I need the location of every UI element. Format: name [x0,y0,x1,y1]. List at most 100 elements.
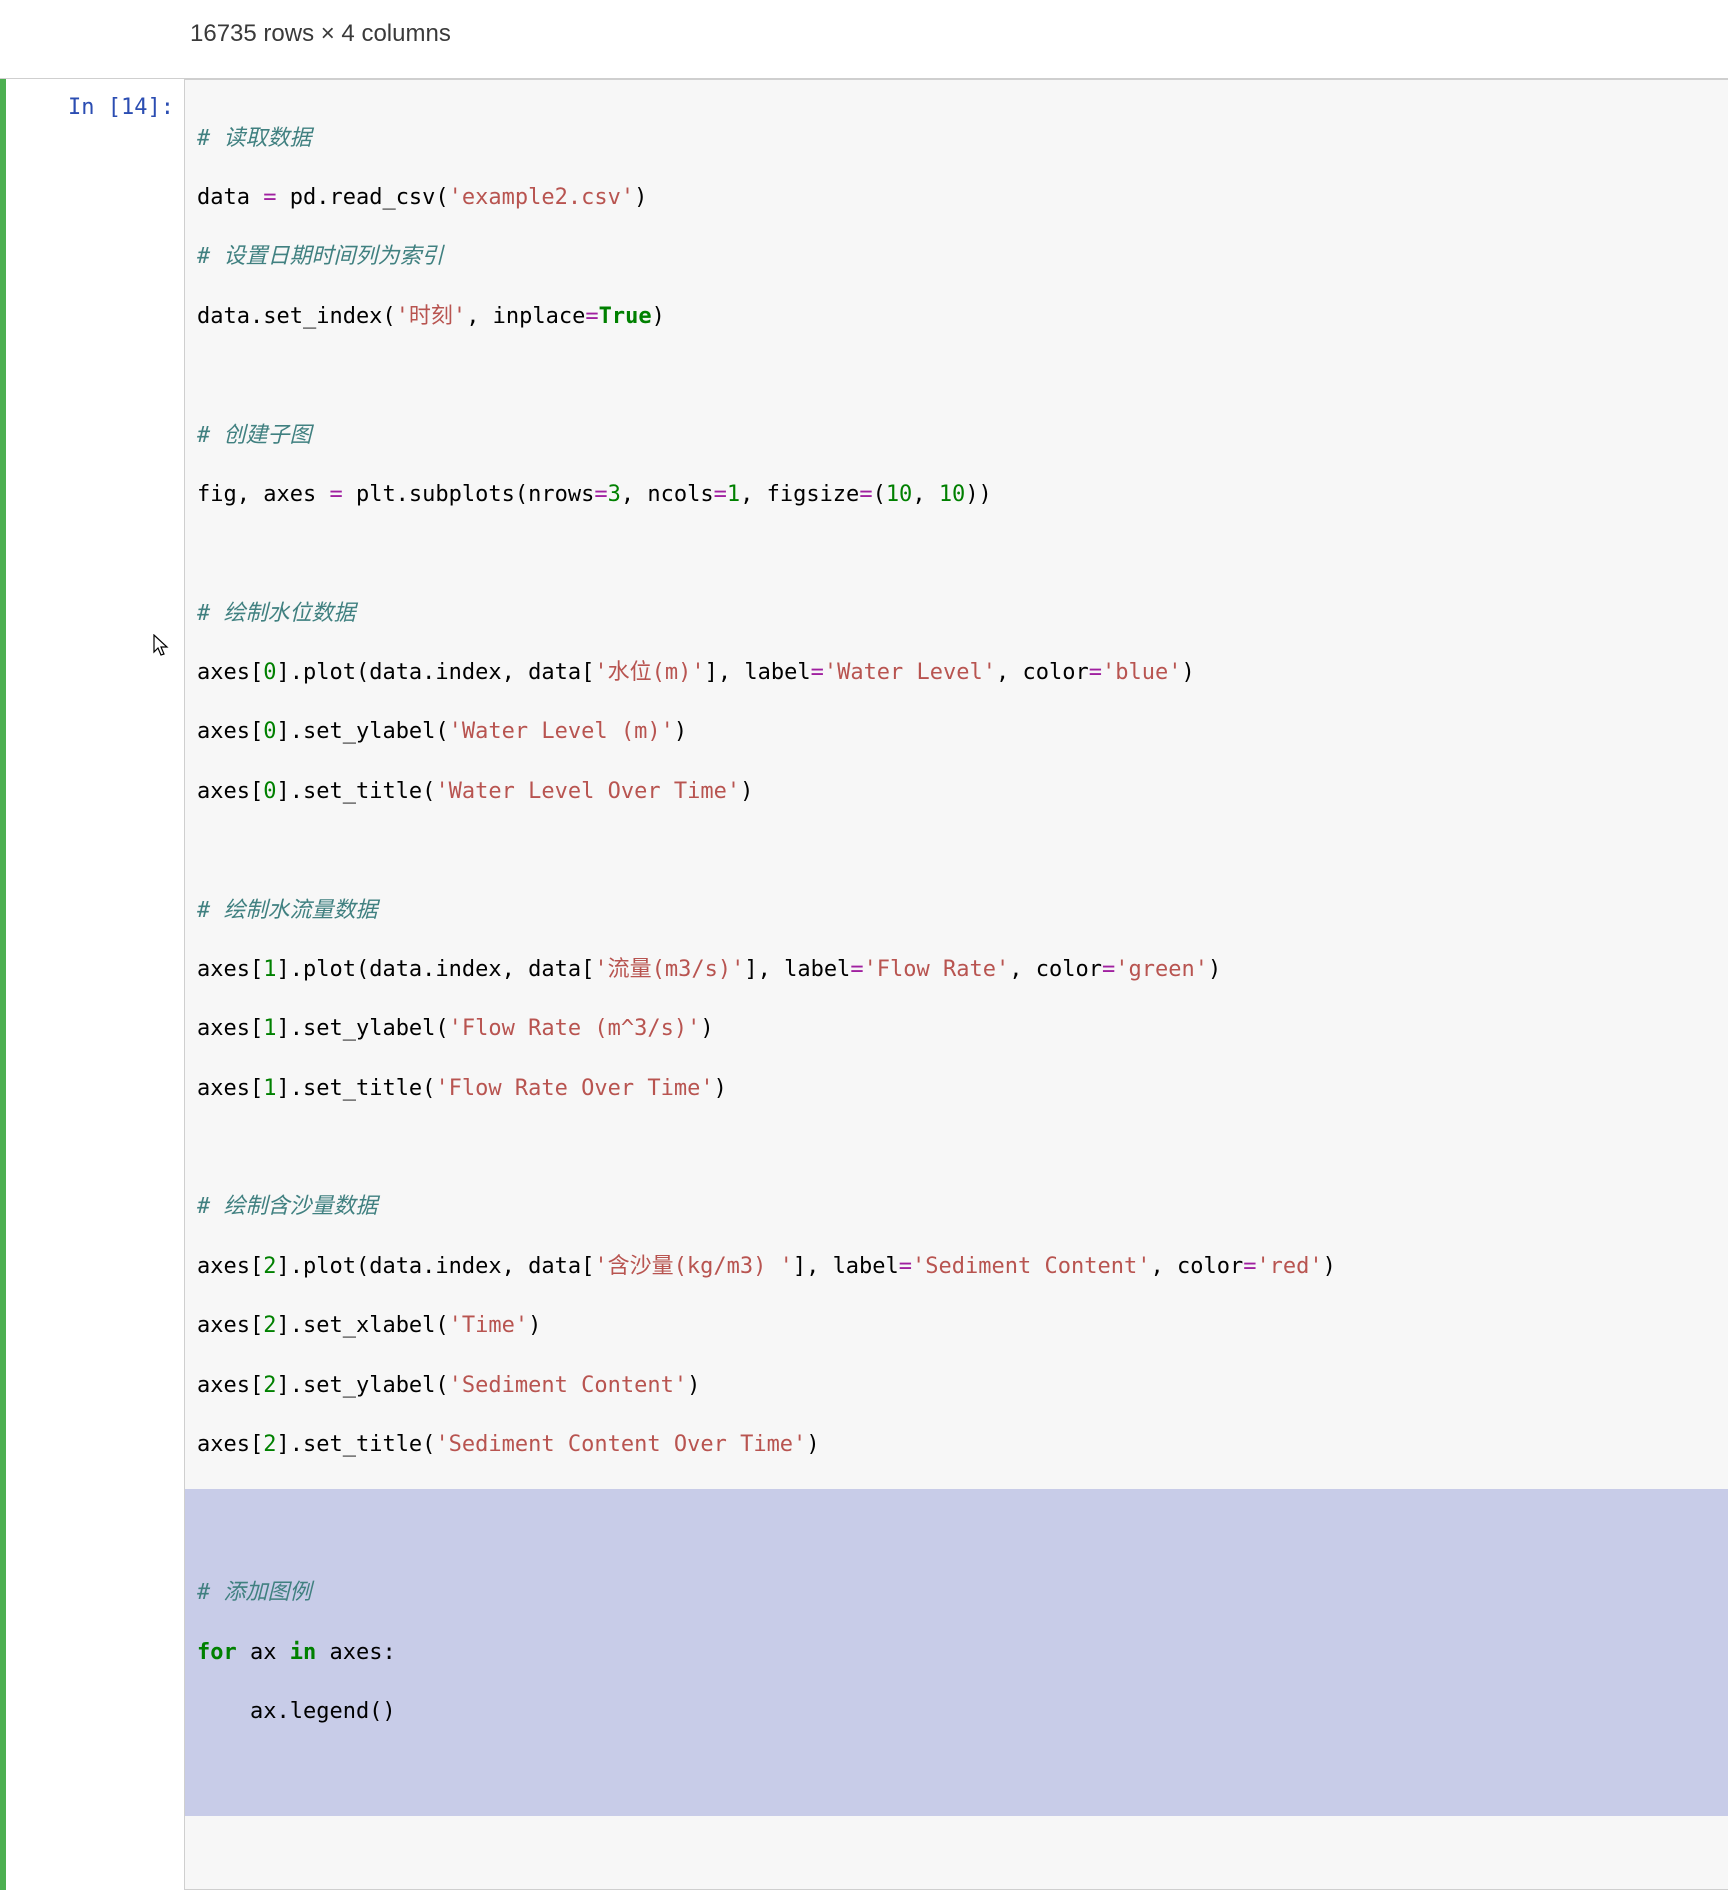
code-number: 1 [263,1076,276,1101]
code-editor[interactable]: # 读取数据 data = pd.read_csv('example2.csv'… [184,79,1728,1890]
code-text: axes[ [197,957,263,982]
code-operator: = [585,304,598,329]
code-text: ].set_title( [276,1432,435,1457]
code-text: , color [1150,1254,1243,1279]
code-text: ) [674,719,687,744]
code-string: 'Sediment Content' [912,1254,1150,1279]
code-text: axes[ [197,719,263,744]
code-text: ) [634,185,647,210]
code-blank [197,361,1716,391]
code-text: axes: [316,1640,395,1665]
code-number: 0 [263,779,276,804]
code-text: fig, axes [197,482,329,507]
code-number: 0 [263,719,276,744]
code-text: axes[ [197,1373,263,1398]
code-number: 1 [263,1016,276,1041]
code-string: '水位(m)' [594,660,704,685]
code-string: 'Water Level' [824,660,996,685]
code-comment: # 绘制水位数据 [197,601,356,626]
code-text: axes[ [197,1432,263,1457]
code-string: '含沙量(kg/m3) ' [594,1254,792,1279]
code-text: ) [528,1313,541,1338]
code-comment: # 绘制水流量数据 [197,898,378,923]
code-operator: = [1102,957,1115,982]
code-text: , [912,482,939,507]
code-string: '流量(m3/s)' [594,957,744,982]
code-text: ].set_xlabel( [276,1313,448,1338]
code-blank [197,1519,1716,1549]
code-string: 'example2.csv' [449,185,634,210]
code-comment: # 读取数据 [197,126,312,151]
code-operator: = [714,482,727,507]
code-text: axes[ [197,1254,263,1279]
code-text: ], label [793,1254,899,1279]
code-text: ) [714,1076,727,1101]
code-text: ax.legend() [197,1699,396,1724]
code-blank [197,539,1716,569]
code-text: ) [1208,957,1221,982]
code-operator: = [1089,660,1102,685]
code-number: 2 [263,1313,276,1338]
selection-highlight: # 添加图例 for ax in axes: ax.legend() [185,1489,1728,1816]
code-operator: = [850,957,863,982]
code-text: axes[ [197,660,263,685]
code-string: 'green' [1115,957,1208,982]
code-string: 'blue' [1102,660,1181,685]
code-number: 2 [263,1254,276,1279]
code-text: axes[ [197,779,263,804]
code-text: axes[ [197,1076,263,1101]
code-text: ].set_ylabel( [276,719,448,744]
code-number: 10 [939,482,966,507]
code-number: 2 [263,1373,276,1398]
code-text: ].set_ylabel( [276,1016,448,1041]
code-text: , color [996,660,1089,685]
code-text: ax [237,1640,290,1665]
code-text: axes[ [197,1313,263,1338]
code-number: 1 [727,482,740,507]
code-blank [197,836,1716,866]
code-text: ].plot(data.index, data[ [276,660,594,685]
code-string: 'Flow Rate' [864,957,1010,982]
code-text: data [197,185,263,210]
input-prompt: In [14]: [6,79,184,1890]
code-string: 'Flow Rate (m^3/s)' [449,1016,701,1041]
code-string: 'red' [1256,1254,1322,1279]
code-number: 2 [263,1432,276,1457]
code-string: '时刻' [396,304,467,329]
code-text: ].plot(data.index, data[ [276,1254,594,1279]
code-operator: = [859,482,872,507]
code-cell: In [14]: # 读取数据 data = pd.read_csv('exam… [0,78,1728,1890]
code-text: ], label [744,957,850,982]
code-text: , color [1009,957,1102,982]
code-text: ], label [705,660,811,685]
code-number: 0 [263,660,276,685]
code-text: ) [1181,660,1194,685]
code-string: 'Sediment Content' [449,1373,687,1398]
code-number: 1 [263,957,276,982]
code-text: axes[ [197,1016,263,1041]
code-comment: # 绘制含沙量数据 [197,1194,378,1219]
prompt-number: [14]: [108,95,174,120]
code-text: ) [806,1432,819,1457]
code-operator: = [1243,1254,1256,1279]
code-operator: = [899,1254,912,1279]
code-text: ( [873,482,886,507]
code-text: , ncols [621,482,714,507]
code-keyword: for [197,1640,237,1665]
code-blank [197,1757,1716,1787]
code-text: ) [687,1373,700,1398]
code-string: 'Water Level Over Time' [435,779,740,804]
code-comment: # 创建子图 [197,423,312,448]
code-string: 'Time' [449,1313,528,1338]
code-number: 3 [608,482,621,507]
code-text: , inplace [466,304,585,329]
code-text: ) [700,1016,713,1041]
code-text: ].set_ylabel( [276,1373,448,1398]
prompt-in-label: In [68,95,95,120]
code-text: ) [740,779,753,804]
code-text: ].set_title( [276,1076,435,1101]
code-operator: = [594,482,607,507]
code-operator: = [329,482,342,507]
code-string: 'Sediment Content Over Time' [435,1432,806,1457]
code-text: ) [652,304,665,329]
